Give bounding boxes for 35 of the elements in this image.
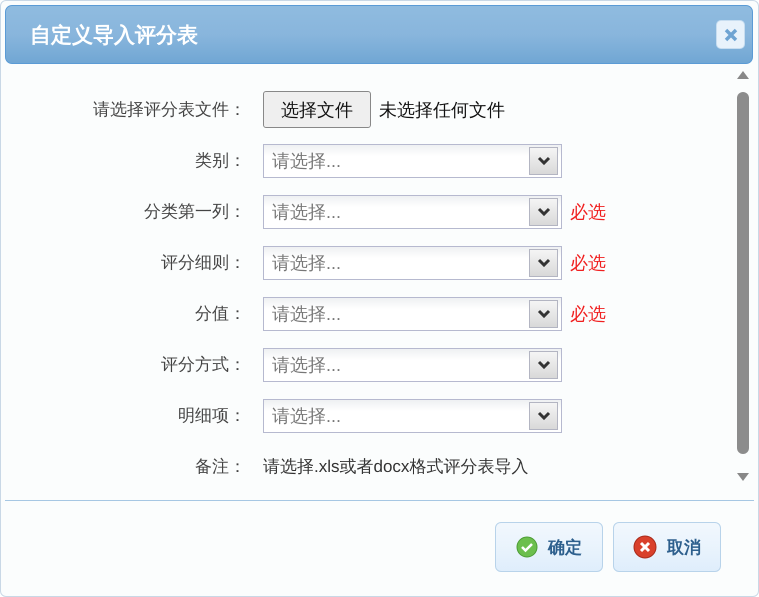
dialog-button[interactable]: 取消: [613, 522, 721, 572]
dropdown-icon[interactable]: [529, 248, 558, 276]
field-label: 分类第一列：: [144, 201, 246, 223]
select-field[interactable]: 请选择...: [263, 348, 562, 382]
select-field[interactable]: 请选择...: [263, 246, 562, 280]
note-text: 请选择.xls或者docx格式评分表导入: [263, 456, 528, 478]
dropdown-icon[interactable]: [529, 146, 558, 174]
dropdown-icon[interactable]: [529, 402, 558, 430]
scroll-up-icon[interactable]: [736, 70, 750, 80]
scrollbar-thumb[interactable]: [737, 92, 749, 454]
close-icon: [633, 535, 657, 559]
field-label: 明细项：: [178, 405, 246, 427]
dialog-button[interactable]: 确定: [495, 522, 603, 572]
field-label: 分值：: [195, 303, 246, 325]
window-title: 自定义导入评分表: [30, 22, 198, 48]
select-field[interactable]: 请选择...: [263, 144, 562, 178]
close-icon: [724, 28, 738, 42]
required-hint: 必选: [570, 302, 606, 326]
field-label: 评分方式：: [161, 354, 246, 376]
required-hint: 必选: [570, 200, 606, 224]
field-label: 备注：: [195, 456, 246, 478]
select-field[interactable]: 请选择...: [263, 194, 562, 228]
field-label: 类别：: [195, 150, 246, 172]
select-field[interactable]: 请选择...: [263, 398, 562, 432]
dropdown-icon[interactable]: [529, 198, 558, 226]
check-icon: [516, 536, 538, 558]
select-field[interactable]: 请选择...: [263, 296, 562, 330]
field-label: 请选择评分表文件：: [93, 99, 246, 121]
field-label: 评分细则：: [161, 252, 246, 274]
scroll-down-icon[interactable]: [736, 472, 750, 482]
dropdown-icon[interactable]: [529, 350, 558, 378]
dropdown-icon[interactable]: [529, 300, 558, 328]
choose-file-button[interactable]: 选择文件: [263, 91, 371, 128]
required-hint: 必选: [570, 252, 606, 274]
file-status: 未选择任何文件: [379, 98, 505, 122]
